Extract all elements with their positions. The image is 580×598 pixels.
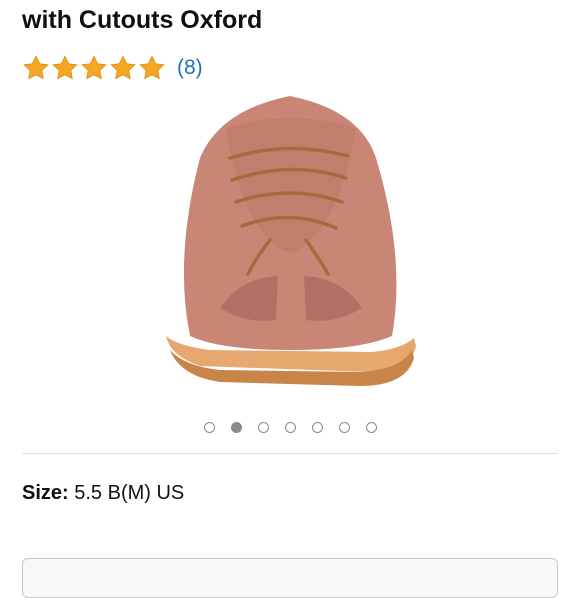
product-image[interactable] (160, 88, 420, 400)
size-label: Size: (22, 482, 69, 504)
review-count-link[interactable]: (8) (177, 56, 203, 80)
star-rating[interactable] (22, 54, 166, 82)
carousel-dot[interactable] (338, 422, 350, 433)
carousel-dot[interactable] (284, 422, 296, 433)
carousel-dot[interactable] (230, 422, 242, 433)
carousel-dot[interactable] (257, 422, 269, 433)
star-icon (139, 55, 165, 80)
star-icon (110, 55, 136, 80)
size-selector[interactable] (22, 558, 558, 598)
star-icon (23, 55, 49, 80)
star-icon (81, 55, 107, 80)
star-icon (52, 55, 78, 80)
carousel-indicators[interactable] (0, 422, 580, 433)
size-row: Size: 5.5 B(M) US (22, 482, 184, 505)
rating-row[interactable]: (8) (22, 54, 203, 82)
carousel-dot[interactable] (203, 422, 215, 433)
size-value: 5.5 B(M) US (74, 482, 185, 504)
product-title-line-2: with Cutouts Oxford (22, 6, 263, 34)
carousel-dot[interactable] (365, 422, 377, 433)
carousel-dot[interactable] (311, 422, 323, 433)
divider (22, 453, 558, 454)
